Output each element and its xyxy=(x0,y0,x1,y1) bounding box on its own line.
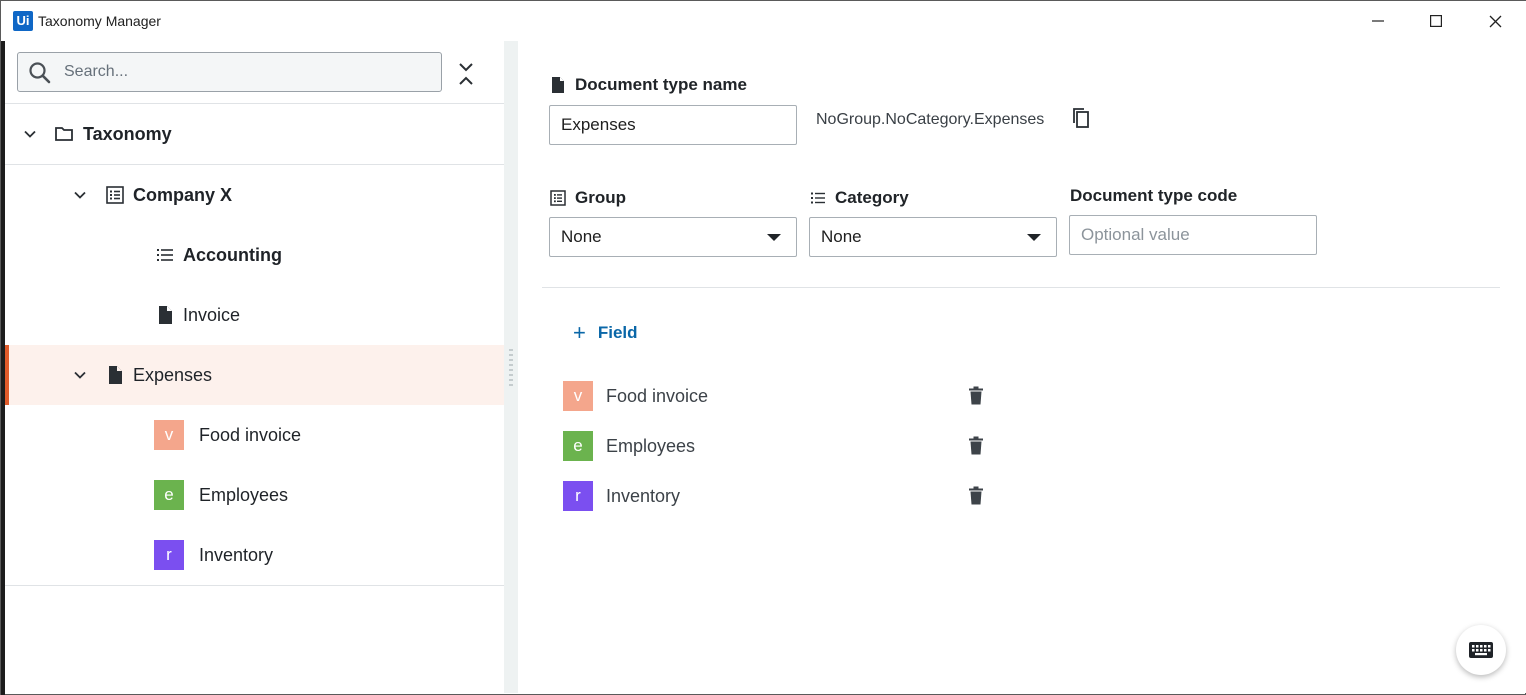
delete-icon[interactable] xyxy=(968,486,984,505)
list-icon xyxy=(157,249,173,261)
maximize-button[interactable] xyxy=(1407,1,1465,41)
tree-node-label: Taxonomy xyxy=(83,124,172,144)
app-logo-icon: Ui xyxy=(13,11,33,31)
field-item-inventory[interactable]: r Inventory xyxy=(563,481,993,511)
field-item-employees[interactable]: e Employees xyxy=(563,431,993,461)
document-icon xyxy=(109,366,122,384)
search-input[interactable] xyxy=(64,61,424,83)
section-divider xyxy=(542,287,1500,288)
tree-bottom-divider xyxy=(5,585,504,586)
category-label: Category xyxy=(810,188,909,208)
collapse-all-icon xyxy=(459,63,473,85)
tree-node-company-x[interactable]: Company X xyxy=(5,165,504,225)
group-select-value: None xyxy=(561,227,602,246)
panel-splitter[interactable] xyxy=(504,41,518,693)
field-type-badge: e xyxy=(563,431,593,461)
tree-node-label: Invoice xyxy=(183,305,241,325)
list-box-icon xyxy=(106,186,124,204)
chevron-down-icon[interactable] xyxy=(73,188,87,202)
keyboard-icon xyxy=(1469,642,1493,658)
chevron-down-icon[interactable] xyxy=(73,368,87,382)
tree-field-inventory[interactable]: r Inventory xyxy=(5,525,504,585)
tree-field-label: Food invoice xyxy=(199,425,302,445)
group-label: Group xyxy=(550,188,626,208)
list-icon xyxy=(811,192,825,204)
group-select[interactable]: None xyxy=(549,217,797,257)
group-label-text: Group xyxy=(575,188,626,207)
doc-type-code-input[interactable] xyxy=(1069,215,1317,255)
field-name: Employees xyxy=(606,436,696,456)
doc-type-name-label-text: Document type name xyxy=(575,75,747,94)
keyboard-shortcuts-button[interactable] xyxy=(1456,625,1506,675)
field-type-badge: v xyxy=(563,381,593,411)
doc-type-code-label: Document type code xyxy=(1070,186,1237,206)
title-bar: Ui Taxonomy Manager xyxy=(1,1,1526,41)
add-field-label: Field xyxy=(597,323,638,342)
taxonomy-tree-panel: Taxonomy Company X Accounting xyxy=(5,41,504,693)
collapse-all-button[interactable] xyxy=(455,60,477,88)
minimize-button[interactable] xyxy=(1349,1,1407,41)
tree-node-invoice[interactable]: Invoice xyxy=(5,285,504,345)
category-select-value: None xyxy=(821,227,862,246)
copy-icon[interactable] xyxy=(1071,107,1091,129)
field-name: Inventory xyxy=(606,486,681,506)
field-type-badge: e xyxy=(154,480,184,510)
tree-node-label: Expenses xyxy=(133,365,213,385)
field-type-badge: r xyxy=(563,481,593,511)
field-name: Food invoice xyxy=(606,386,709,406)
dropdown-caret-icon xyxy=(767,234,781,241)
fully-qualified-name: NoGroup.NoCategory.Expenses xyxy=(816,111,1045,128)
field-item-food-invoice[interactable]: v Food invoice xyxy=(563,381,993,411)
chevron-down-icon[interactable] xyxy=(23,127,37,141)
tree-node-accounting[interactable]: Accounting xyxy=(5,225,504,285)
category-select[interactable]: None xyxy=(809,217,1057,257)
add-field-button[interactable]: + Field xyxy=(573,320,638,345)
tree-node-expenses[interactable]: Expenses xyxy=(5,345,504,405)
field-type-badge: r xyxy=(154,540,184,570)
plus-icon: + xyxy=(573,320,586,345)
category-label-text: Category xyxy=(835,188,909,207)
taxonomy-manager-window: Ui Taxonomy Manager Search... Taxonomy C… xyxy=(0,0,1526,695)
close-button[interactable] xyxy=(1466,1,1524,41)
tree-field-label: Employees xyxy=(199,485,289,505)
tree-field-food-invoice[interactable]: v Food invoice xyxy=(5,405,504,465)
minimize-icon xyxy=(1372,20,1384,22)
search-field[interactable] xyxy=(17,52,442,92)
drag-handle-icon[interactable] xyxy=(509,348,513,388)
tree-field-label: Inventory xyxy=(199,545,274,565)
document-type-details-panel: Document type name NoGroup.NoCategory.Ex… xyxy=(518,41,1526,693)
doc-type-name-input[interactable] xyxy=(549,105,797,145)
tree-node-taxonomy[interactable]: Taxonomy xyxy=(5,104,504,164)
dropdown-caret-icon xyxy=(1027,234,1041,241)
document-icon xyxy=(552,77,564,93)
search-icon xyxy=(29,62,51,84)
folder-icon xyxy=(55,127,73,141)
tree-node-label: Company X xyxy=(133,185,233,205)
window-title: Taxonomy Manager xyxy=(38,13,161,29)
doc-type-name-label: Document type name xyxy=(550,75,747,95)
close-icon xyxy=(1489,15,1501,27)
tree-node-label: Accounting xyxy=(183,245,282,265)
list-box-icon xyxy=(550,190,566,206)
delete-icon[interactable] xyxy=(968,436,984,455)
field-type-badge: v xyxy=(154,420,184,450)
delete-icon[interactable] xyxy=(968,386,984,405)
tree-field-employees[interactable]: e Employees xyxy=(5,465,504,525)
maximize-icon xyxy=(1430,15,1442,27)
doc-type-code-label-text: Document type code xyxy=(1070,186,1238,205)
document-icon xyxy=(159,306,172,324)
